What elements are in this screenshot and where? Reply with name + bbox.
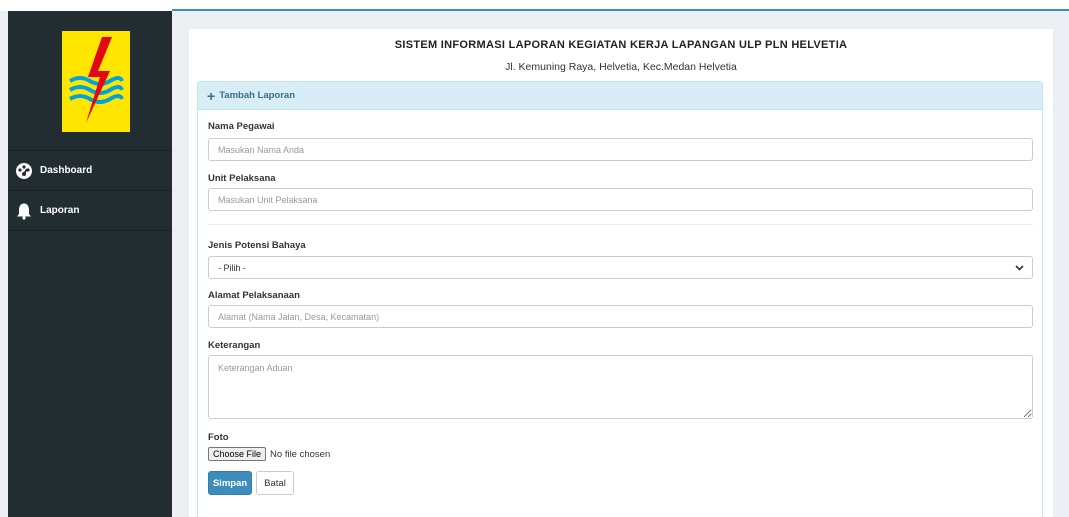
sidebar: Dashboard Laporan [8, 11, 172, 517]
main-content: SISTEM INFORMASI LAPORAN KEGIATAN KERJA … [189, 29, 1053, 517]
bell-icon [14, 201, 34, 221]
plus-icon: + [207, 87, 216, 104]
report-form-panel: + Tambah Laporan Nama Pegawai Unit Pelak… [197, 81, 1043, 517]
choose-file-button[interactable]: Choose File [208, 447, 267, 461]
sidebar-menu: Dashboard Laporan [8, 150, 172, 231]
dashboard-icon [14, 161, 34, 181]
chevron-down-icon [1015, 263, 1024, 273]
select-value: - Pilih - [218, 262, 247, 273]
sidebar-item-dashboard[interactable]: Dashboard [8, 151, 172, 191]
nama-pegawai-input[interactable] [208, 138, 1033, 161]
unit-pelaksana-input[interactable] [208, 188, 1033, 211]
save-button[interactable]: Simpan [208, 471, 252, 495]
foto-label: Foto [208, 432, 229, 443]
unit-pelaksana-label: Unit Pelaksana [208, 173, 276, 184]
page-title: SISTEM INFORMASI LAPORAN KEGIATAN KERJA … [394, 39, 848, 51]
file-status: No file chosen [270, 448, 331, 460]
alamat-pelaksanaan-label: Alamat Pelaksanaan [208, 290, 300, 301]
form-divider [208, 224, 1033, 225]
keterangan-label: Keterangan [208, 340, 261, 351]
panel-heading: + Tambah Laporan [198, 82, 1042, 110]
pln-logo-icon [62, 31, 130, 132]
sidebar-item-laporan[interactable]: Laporan [8, 191, 172, 231]
file-input: Choose File No file chosen [208, 447, 330, 461]
sidebar-item-label: Dashboard [40, 165, 93, 176]
panel-heading-title: Tambah Laporan [219, 90, 296, 101]
keterangan-textarea[interactable] [208, 355, 1033, 419]
cancel-button[interactable]: Batal [256, 471, 294, 495]
nama-pegawai-label: Nama Pegawai [208, 121, 275, 132]
jenis-potensi-bahaya-label: Jenis Potensi Bahaya [208, 240, 306, 251]
pln-logo[interactable] [62, 31, 130, 132]
sidebar-item-label: Laporan [40, 205, 80, 216]
page-subtitle: Jl. Kemuning Raya, Helvetia, Kec.Medan H… [505, 61, 737, 73]
jenis-potensi-bahaya-select[interactable]: - Pilih - [208, 256, 1033, 279]
alamat-pelaksanaan-input[interactable] [208, 305, 1033, 328]
top-accent-line [172, 9, 1069, 11]
